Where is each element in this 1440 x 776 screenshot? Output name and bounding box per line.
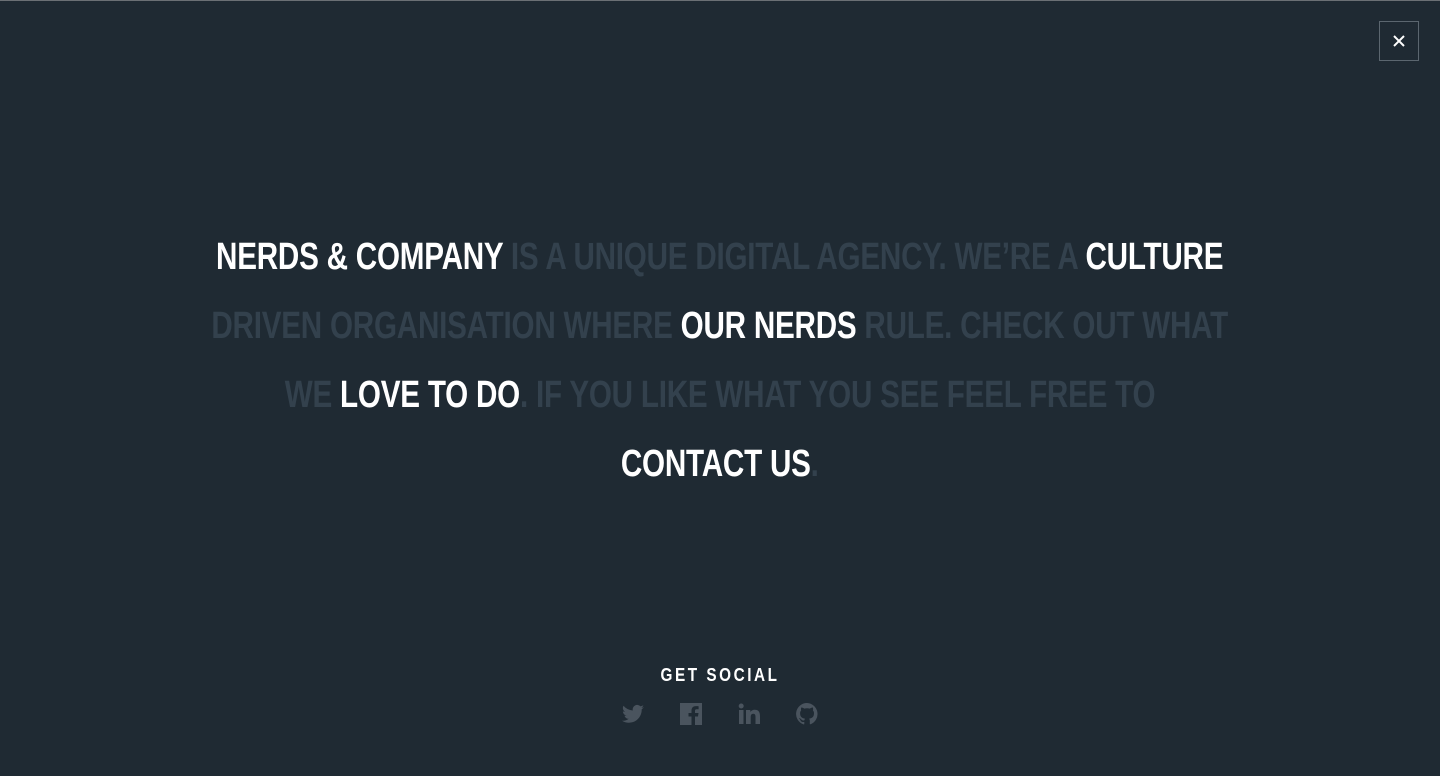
- facebook-icon[interactable]: [679, 702, 703, 726]
- social-title: GET SOCIAL: [660, 665, 780, 685]
- github-icon[interactable]: [795, 702, 819, 726]
- statement-line-text: DRIVEN ORGANISATION WHERE OUR NERDS RULE…: [212, 292, 1229, 361]
- agency-statement: NERDS & COMPANY IS A UNIQUE DIGITAL AGEN…: [0, 223, 1440, 499]
- statement-link[interactable]: NERDS & COMPANY: [216, 236, 503, 278]
- statement-link[interactable]: LOVE TO DO: [340, 374, 520, 416]
- linkedin-icon[interactable]: [737, 702, 761, 726]
- statement-text: RULE. CHECK OUT WHAT: [856, 305, 1229, 347]
- twitter-icon[interactable]: [621, 702, 645, 726]
- social-section: GET SOCIAL: [0, 665, 1440, 726]
- statement-line: CONTACT US.: [0, 430, 1440, 499]
- statement-line-text: CONTACT US.: [621, 430, 819, 499]
- close-icon: [1393, 35, 1405, 47]
- statement-line: WE LOVE TO DO. IF YOU LIKE WHAT YOU SEE …: [0, 361, 1440, 430]
- close-button[interactable]: [1379, 21, 1419, 61]
- statement-text: .: [810, 443, 819, 485]
- statement-line-text: NERDS & COMPANY IS A UNIQUE DIGITAL AGEN…: [216, 223, 1223, 292]
- statement-link[interactable]: OUR NERDS: [681, 305, 857, 347]
- statement-text: IS A UNIQUE DIGITAL AGENCY. WE’RE A: [503, 236, 1086, 278]
- statement-link[interactable]: CULTURE: [1086, 236, 1224, 278]
- statement-line: DRIVEN ORGANISATION WHERE OUR NERDS RULE…: [0, 292, 1440, 361]
- statement-text: DRIVEN ORGANISATION WHERE: [211, 305, 681, 347]
- statement-link[interactable]: CONTACT US: [621, 443, 811, 485]
- statement-text: WE: [284, 374, 340, 416]
- statement-text: . IF YOU LIKE WHAT YOU SEE FEEL FREE TO: [519, 374, 1156, 416]
- statement-line: NERDS & COMPANY IS A UNIQUE DIGITAL AGEN…: [0, 223, 1440, 292]
- statement-line-text: WE LOVE TO DO. IF YOU LIKE WHAT YOU SEE …: [285, 361, 1156, 430]
